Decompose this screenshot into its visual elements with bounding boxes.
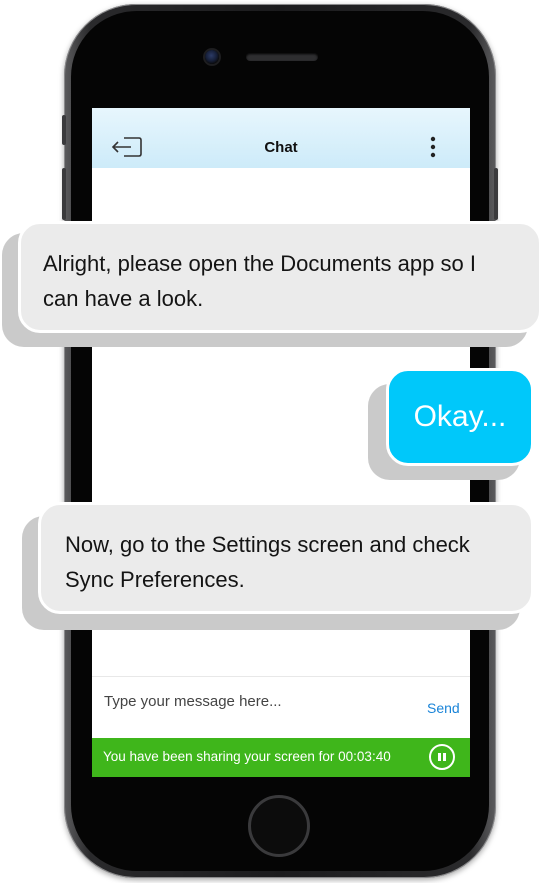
silent-switch [62, 115, 66, 145]
agent-message-bubble: Now, go to the Settings screen and check… [38, 502, 534, 614]
message-composer: Send [92, 676, 470, 739]
earpiece-speaker [246, 53, 318, 61]
more-vertical-icon[interactable] [426, 135, 440, 159]
chat-header: Chat [92, 108, 470, 168]
volume-up-button [62, 168, 66, 220]
chat-title: Chat [264, 139, 298, 156]
phone-mockup: Chat Send You have been sharing your scr… [0, 0, 546, 883]
message-input[interactable] [104, 689, 414, 713]
screen-share-status: You have been sharing your screen for 00… [103, 749, 391, 764]
user-message-text: Okay... [413, 400, 507, 433]
agent-message-text: Now, go to the Settings screen and check… [65, 532, 470, 592]
send-button[interactable]: Send [427, 700, 460, 716]
agent-message-bubble: Alright, please open the Documents app s… [18, 221, 542, 333]
agent-message-text: Alright, please open the Documents app s… [43, 251, 476, 311]
home-button[interactable] [248, 795, 310, 857]
pause-icon[interactable] [429, 744, 455, 770]
front-camera [205, 50, 219, 64]
screen-share-banner: You have been sharing your screen for 00… [92, 738, 470, 777]
user-message-bubble: Okay... [386, 368, 534, 466]
power-button [494, 168, 498, 220]
